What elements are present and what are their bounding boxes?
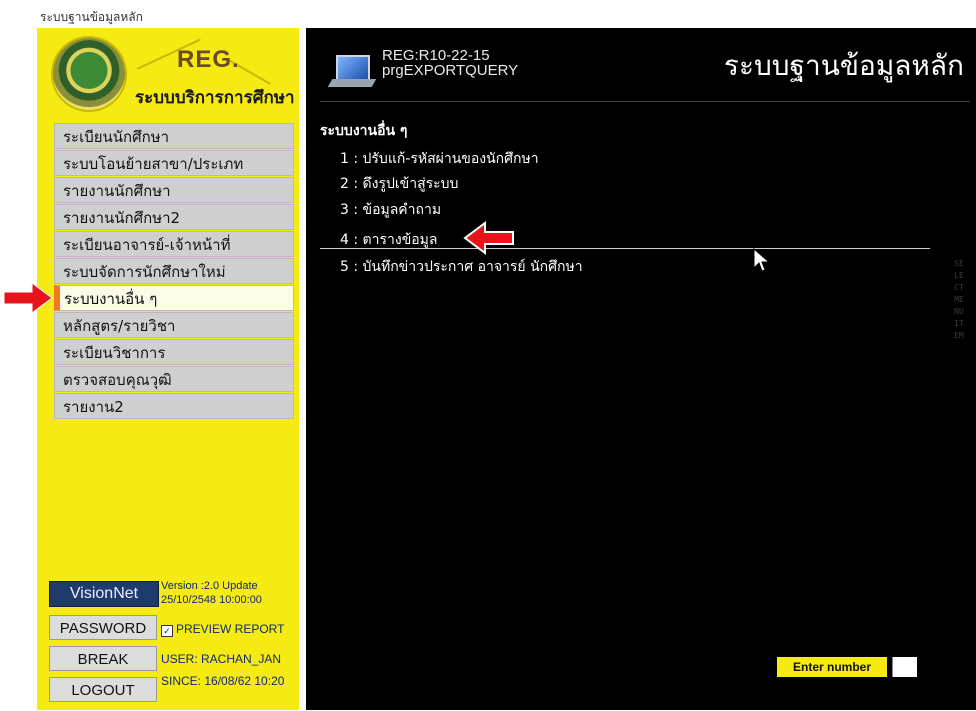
since-info: SINCE: 16/08/62 10:20 (161, 674, 285, 688)
version-line2: 25/10/2548 10:00:00 (161, 594, 262, 606)
menu-option-1[interactable]: 1 : ปรับแก้-รหัสผ่านของนักศึกษา (340, 148, 539, 170)
logout-button[interactable]: LOGOUT (49, 677, 157, 702)
preview-report-label: PREVIEW REPORT (176, 622, 285, 636)
enter-number-input[interactable] (892, 657, 917, 677)
sidebar-menu: ระเบียนนักศึกษา ระบบโอนย้ายสาขา/ประเภท ร… (54, 123, 294, 420)
version-line1: Version :2.0 Update (161, 580, 258, 592)
sidebar-item-staff-records[interactable]: ระเบียนอาจารย์-เจ้าหน้าที่ (54, 231, 294, 257)
user-info: USER: RACHAN_JAN (161, 652, 282, 666)
sidebar-item-student-records[interactable]: ระเบียนนักศึกษา (54, 123, 294, 149)
menu-option-2[interactable]: 2 : ดึงรูปเข้าสู่ระบบ (340, 173, 458, 195)
program-name: prgEXPORTQUERY (382, 62, 519, 79)
break-button[interactable]: BREAK (49, 646, 157, 671)
visionnet-logo: VisionNet (49, 581, 159, 607)
sidebar-item-student-report[interactable]: รายงานนักศึกษา (54, 177, 294, 203)
header-divider (320, 101, 970, 102)
sidebar-item-transfer-major[interactable]: ระบบโอนย้ายสาขา/ประเภท (54, 150, 294, 176)
university-emblem-icon (53, 38, 125, 110)
section-title: ระบบงานอื่น ๆ (320, 123, 408, 139)
sidebar-item-qualification-check[interactable]: ตรวจสอบคุณวุฒิ (54, 366, 294, 392)
enter-number-label: Enter number (777, 657, 887, 677)
annotation-arrow-icon (3, 282, 53, 314)
program-code: REG:R10-22-15 (382, 47, 490, 64)
sidebar: REG. ระบบบริการการศึกษา ระเบียนนักศึกษา … (37, 28, 299, 710)
sidebar-item-curriculum[interactable]: หลักสูตร/รายวิชา (54, 312, 294, 338)
checkbox-checked-icon[interactable]: ✓ (161, 625, 173, 637)
window-titlebar: ระบบฐานข้อมูลหลัก (0, 0, 976, 28)
logo-subtitle: ระบบบริการการศึกษา (135, 88, 295, 108)
preview-report-checkbox[interactable]: ✓ PREVIEW REPORT (161, 622, 284, 637)
sidebar-item-student-report2[interactable]: รายงานนักศึกษา2 (54, 204, 294, 230)
sidebar-item-academic-records[interactable]: ระเบียนวิชาการ (54, 339, 294, 365)
system-title: ระบบฐานข้อมูลหลัก (723, 49, 964, 82)
password-button[interactable]: PASSWORD (49, 615, 157, 640)
menu-option-5[interactable]: 5 : บันทึกข่าวประกาศ อาจารย์ นักศึกษา (340, 256, 583, 278)
sidebar-item-other-systems[interactable]: ระบบงานอื่น ๆ (54, 285, 294, 311)
selection-underline (320, 248, 930, 249)
annotation-arrow-icon (463, 221, 514, 255)
computer-icon (327, 51, 377, 91)
mouse-cursor-icon (753, 248, 771, 272)
menu-option-3[interactable]: 3 : ข้อมูลคำถาม (340, 199, 441, 221)
sidebar-item-new-students[interactable]: ระบบจัดการนักศึกษาใหม่ (54, 258, 294, 284)
sidebar-item-report2[interactable]: รายงาน2 (54, 393, 294, 419)
select-menu-item-hint: SELECT MENU ITEM (954, 259, 964, 340)
window-title: ระบบฐานข้อมูลหลัก (40, 10, 143, 24)
version-info: Version :2.0 Update 25/10/2548 10:00:00 (161, 579, 262, 607)
logo-title: REG. (177, 46, 240, 73)
main-panel: REG:R10-22-15 prgEXPORTQUERY ระบบฐานข้อม… (306, 28, 976, 710)
program-info: REG:R10-22-15 prgEXPORTQUERY (382, 48, 518, 78)
